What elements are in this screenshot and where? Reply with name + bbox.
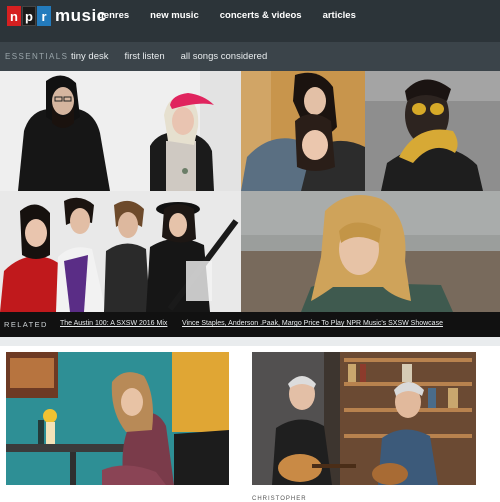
essentials-tiny-desk[interactable]: tiny desk [71, 51, 109, 62]
related-link-austin-100[interactable]: The Austin 100: A SXSW 2016 Mix [60, 320, 167, 327]
related-label: RELATED [4, 320, 48, 329]
essentials-label: ESSENTIALS [5, 52, 69, 61]
photo-band-illustration [0, 191, 241, 312]
article-card-left[interactable] [6, 352, 229, 485]
npr-music-logo[interactable]: n p r music [7, 6, 107, 26]
logo-letter-r: r [37, 6, 51, 26]
nav-concerts-videos[interactable]: concerts & videos [220, 10, 302, 21]
photo-woman-teal-wall [6, 352, 229, 485]
essentials-first-listen[interactable]: first listen [125, 51, 165, 62]
photo-blonde-woman-illustration [241, 191, 500, 312]
logo-letter-p: p [22, 6, 36, 26]
photo-band-four-members[interactable] [0, 191, 241, 312]
related-link-sxsw-showcase[interactable]: Vince Staples, Anderson .Paak, Margo Pri… [182, 320, 443, 327]
logo-letter-n: n [7, 6, 21, 26]
photo-men-with-guitars [252, 352, 476, 485]
top-navigation-bar: n p r music genres new music concerts & … [0, 0, 500, 42]
related-bar: RELATED The Austin 100: A SXSW 2016 Mix … [0, 312, 500, 337]
article-card-right[interactable] [252, 352, 476, 485]
section-divider [0, 337, 500, 346]
photo-gold-paint-illustration [365, 71, 500, 191]
essentials-all-songs-considered[interactable]: all songs considered [181, 51, 268, 62]
photo-man-gold-paint[interactable] [365, 71, 500, 191]
nav-genres[interactable]: genres [98, 10, 129, 21]
photo-two-women-couch[interactable] [241, 71, 365, 191]
photo-duo-illustration [0, 71, 241, 191]
photo-duo-white-background[interactable] [0, 71, 241, 191]
essentials-links: tiny desk first listen all songs conside… [71, 51, 283, 62]
card-caption-right: CHRISTOPHER [252, 496, 307, 502]
nav-new-music[interactable]: new music [150, 10, 199, 21]
main-nav: genres new music concerts & videos artic… [98, 10, 377, 21]
photo-blonde-woman-beach[interactable] [241, 191, 500, 312]
essentials-bar: ESSENTIALS tiny desk first listen all so… [0, 42, 500, 71]
nav-articles[interactable]: articles [323, 10, 356, 21]
photo-two-women-illustration [241, 71, 365, 191]
